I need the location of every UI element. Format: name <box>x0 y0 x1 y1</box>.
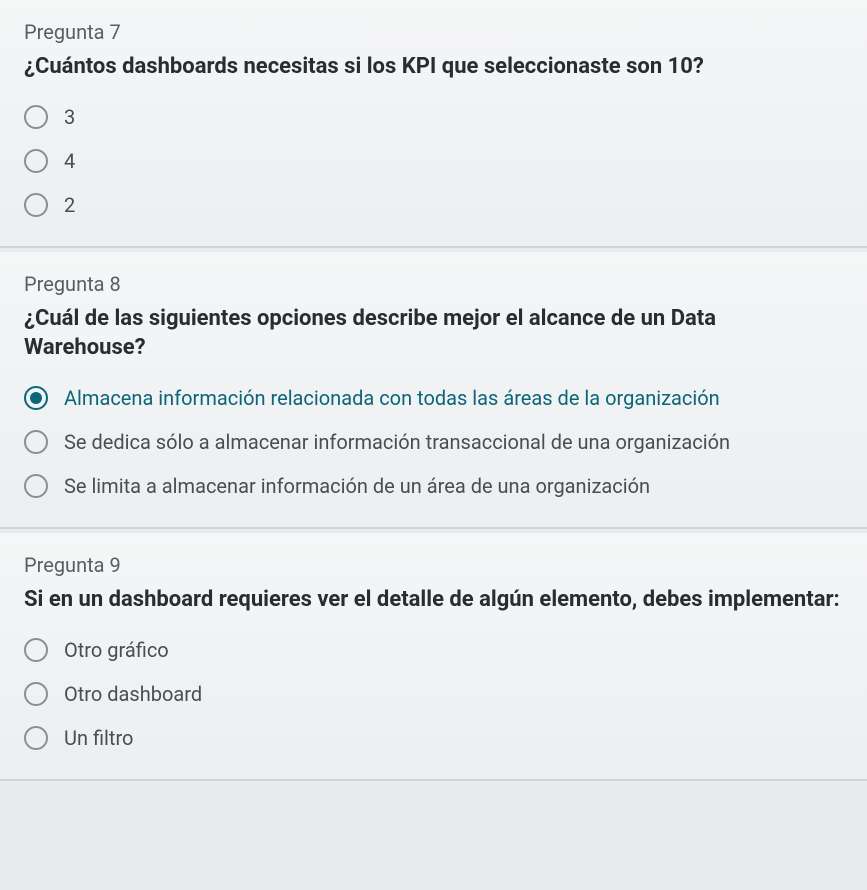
option-row-q8-2[interactable]: Se dedica sólo a almacenar información t… <box>24 429 843 455</box>
question-label: Pregunta 9 <box>24 553 843 577</box>
option-row-q7-3[interactable]: 2 <box>24 192 843 218</box>
radio-icon <box>24 430 48 454</box>
option-row-q7-2[interactable]: 4 <box>24 148 843 174</box>
radio-icon <box>24 682 48 706</box>
option-text: Otro gráfico <box>64 637 169 663</box>
option-text: Almacena información relacionada con tod… <box>64 385 720 411</box>
option-row-q9-2[interactable]: Otro dashboard <box>24 681 843 707</box>
option-text: Otro dashboard <box>64 681 202 707</box>
radio-icon-selected <box>24 386 48 410</box>
option-text: 4 <box>64 148 75 174</box>
question-text: Si en un dashboard requieres ver el deta… <box>24 585 843 615</box>
question-block-9: Pregunta 9 Si en un dashboard requieres … <box>0 533 867 781</box>
radio-icon <box>24 105 48 129</box>
option-text: 3 <box>64 104 75 130</box>
option-row-q9-3[interactable]: Un filtro <box>24 725 843 751</box>
question-label: Pregunta 7 <box>24 20 843 44</box>
option-text: Se dedica sólo a almacenar información t… <box>64 429 730 455</box>
option-row-q8-1[interactable]: Almacena información relacionada con tod… <box>24 385 843 411</box>
question-block-8: Pregunta 8 ¿Cuál de las siguientes opcio… <box>0 252 867 529</box>
option-row-q9-1[interactable]: Otro gráfico <box>24 637 843 663</box>
question-text: ¿Cuántos dashboards necesitas si los KPI… <box>24 52 843 82</box>
option-row-q7-1[interactable]: 3 <box>24 104 843 130</box>
option-row-q8-3[interactable]: Se limita a almacenar información de un … <box>24 473 843 499</box>
option-text: Se limita a almacenar información de un … <box>64 473 650 499</box>
radio-icon <box>24 638 48 662</box>
radio-icon <box>24 474 48 498</box>
question-block-7: Pregunta 7 ¿Cuántos dashboards necesitas… <box>0 0 867 248</box>
radio-icon <box>24 726 48 750</box>
radio-icon <box>24 193 48 217</box>
question-label: Pregunta 8 <box>24 272 843 296</box>
option-text: 2 <box>64 192 75 218</box>
question-text: ¿Cuál de las siguientes opciones describ… <box>24 304 843 363</box>
radio-icon <box>24 149 48 173</box>
option-text: Un filtro <box>64 725 133 751</box>
